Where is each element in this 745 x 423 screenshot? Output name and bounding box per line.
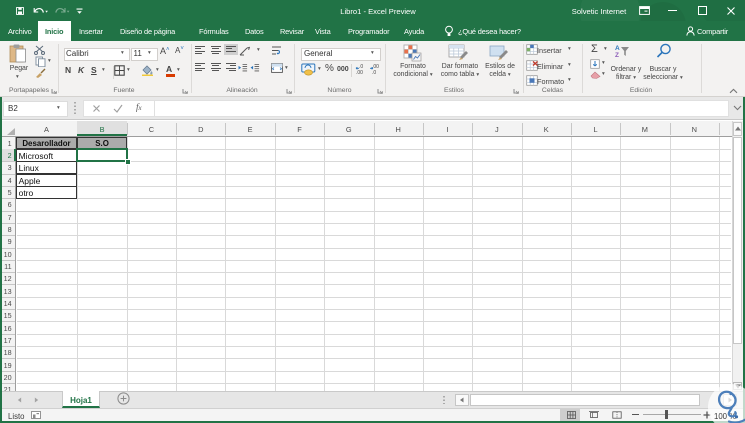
svg-text:Z: Z xyxy=(615,52,619,58)
svg-text:.0: .0 xyxy=(372,70,376,75)
svg-text:.00: .00 xyxy=(356,70,363,75)
svg-text:A: A xyxy=(615,45,620,52)
